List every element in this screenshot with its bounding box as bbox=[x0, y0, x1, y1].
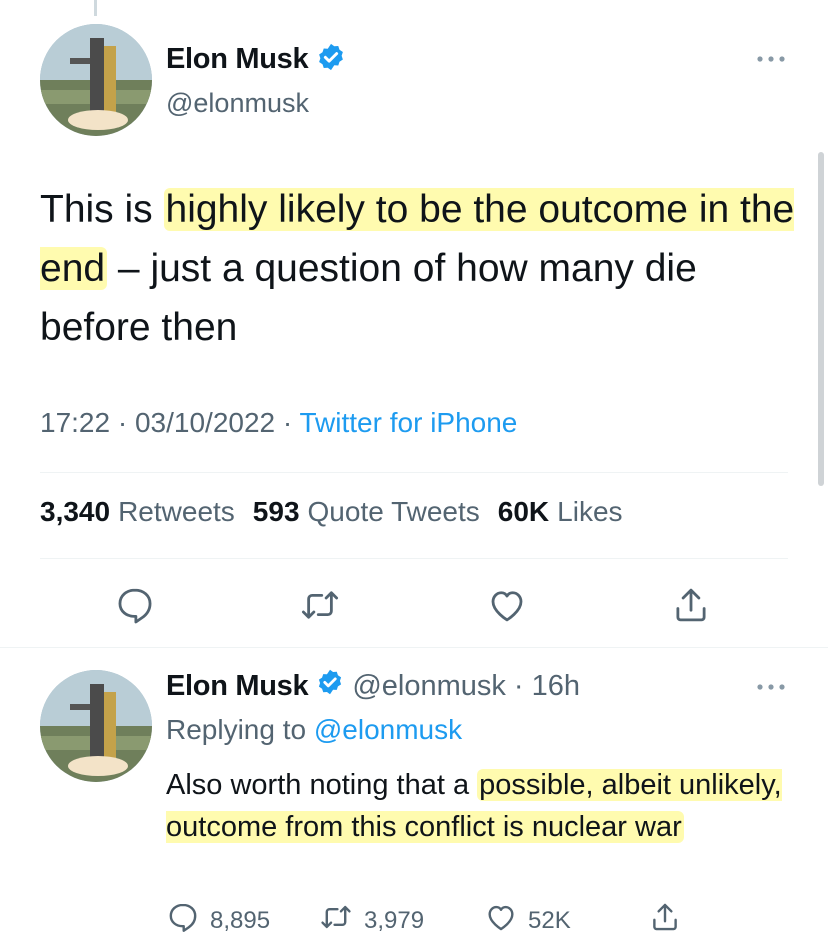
retweets-count: 3,340 bbox=[40, 496, 111, 527]
replying-to: Replying to @elonmusk bbox=[166, 714, 462, 746]
meta-separator: · bbox=[282, 407, 293, 438]
tweet-meta: 17:22 · 03/10/2022 · Twitter for iPhone bbox=[40, 407, 517, 439]
author-name[interactable]: Elon Musk bbox=[166, 670, 309, 703]
reply-count: 8,895 bbox=[210, 906, 271, 934]
retweet-icon[interactable] bbox=[298, 584, 342, 631]
quote-tweets-label: Quote Tweets bbox=[307, 496, 480, 527]
author-name[interactable]: Elon Musk bbox=[166, 43, 309, 76]
tweet-text-part: This is bbox=[40, 188, 164, 231]
verified-icon bbox=[316, 42, 346, 77]
reply-tweet-actions: 8,895 3,979 52K bbox=[166, 900, 726, 940]
tweet-text: This is highly likely to be the outcome … bbox=[40, 180, 800, 357]
like-icon[interactable] bbox=[486, 584, 528, 631]
replying-to-handle[interactable]: @elonmusk bbox=[314, 714, 462, 745]
retweet-button[interactable]: 3,979 bbox=[318, 900, 424, 941]
tweet-source[interactable]: Twitter for iPhone bbox=[300, 407, 518, 438]
reply-icon bbox=[166, 900, 200, 941]
tweet-text: Also worth noting that a possible, albei… bbox=[166, 764, 786, 848]
tweet-stats: 3,340 Retweets 593 Quote Tweets 60K Likes bbox=[40, 496, 623, 528]
retweets-label: Retweets bbox=[118, 496, 235, 527]
author-handle[interactable]: @elonmusk bbox=[166, 88, 309, 119]
scrollbar[interactable] bbox=[818, 152, 824, 486]
more-icon[interactable] bbox=[754, 52, 788, 71]
tweet-text-part: – just a question of how many die before… bbox=[40, 247, 697, 349]
like-icon bbox=[484, 900, 518, 941]
like-button[interactable]: 52K bbox=[484, 900, 571, 941]
retweet-count: 3,979 bbox=[364, 906, 425, 934]
reply-icon[interactable] bbox=[114, 584, 156, 631]
reply-header: Elon Musk @elonmusk · 16h bbox=[166, 668, 580, 704]
divider bbox=[40, 472, 788, 473]
tweet-actions bbox=[0, 584, 828, 632]
quote-tweets-stat[interactable]: 593 Quote Tweets bbox=[253, 496, 480, 528]
likes-stat[interactable]: 60K Likes bbox=[498, 496, 623, 528]
thread-line bbox=[94, 0, 97, 16]
meta-separator: · bbox=[117, 407, 128, 438]
tweet-date[interactable]: 03/10/2022 bbox=[135, 407, 275, 438]
share-icon bbox=[648, 900, 682, 941]
tweet-time[interactable]: 17:22 bbox=[40, 407, 110, 438]
divider bbox=[40, 558, 788, 559]
more-icon[interactable] bbox=[754, 680, 788, 699]
share-icon[interactable] bbox=[670, 584, 712, 631]
like-count: 52K bbox=[528, 906, 571, 934]
retweets-stat[interactable]: 3,340 Retweets bbox=[40, 496, 235, 528]
avatar[interactable] bbox=[40, 670, 152, 782]
share-button[interactable] bbox=[648, 900, 682, 941]
quote-tweets-count: 593 bbox=[252, 496, 300, 527]
tweet-text-part: Also worth noting that a bbox=[166, 769, 478, 801]
author-handle[interactable]: @elonmusk bbox=[352, 670, 506, 703]
tweet-time-ago[interactable]: · 16h bbox=[514, 670, 580, 703]
avatar[interactable] bbox=[40, 24, 152, 136]
likes-label: Likes bbox=[557, 496, 623, 527]
likes-count: 60K bbox=[497, 496, 550, 527]
replying-prefix: Replying to bbox=[166, 714, 307, 745]
retweet-icon bbox=[318, 900, 354, 941]
verified-icon bbox=[316, 668, 344, 704]
reply-button[interactable]: 8,895 bbox=[166, 900, 270, 941]
tweet-separator bbox=[0, 647, 828, 648]
